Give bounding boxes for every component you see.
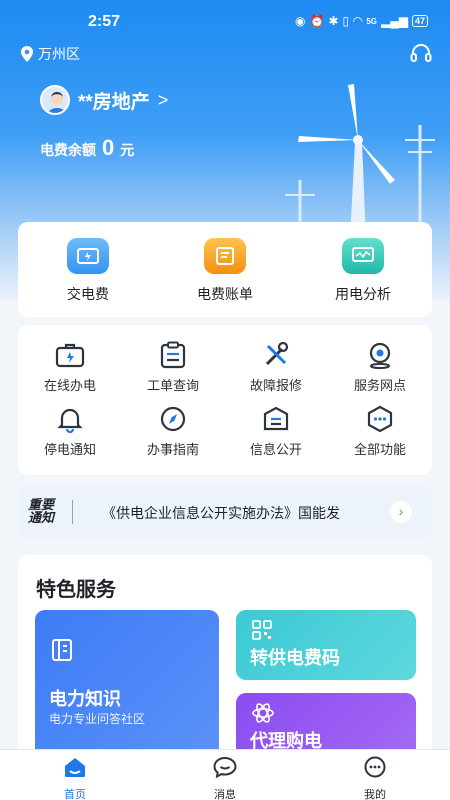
home-icon: [65, 758, 85, 777]
briefcase-icon: [20, 341, 120, 369]
grid-label: 服务网点: [353, 378, 406, 393]
tab-profile[interactable]: 我的: [335, 756, 415, 800]
tab-label: 消息: [214, 789, 236, 800]
location-selector[interactable]: 万州区: [20, 44, 80, 64]
vibrate-icon: ▯: [342, 14, 350, 28]
avatar-person-icon: [42, 87, 68, 113]
notice-tag: 重要 通知: [28, 498, 73, 525]
book-icon: [52, 639, 72, 661]
info-disclosure-button[interactable]: 信息公开: [226, 405, 326, 458]
balance-label: 电费余额: [40, 142, 96, 158]
atom-icon: [252, 703, 274, 723]
online-service-button[interactable]: 在线办电: [20, 341, 120, 394]
status-time: 2:57: [88, 13, 121, 30]
status-icons: ◉ ⏰ ✱ ▯ ◠ 5G ▂▄▆ 47: [295, 14, 428, 28]
tools-icon: [226, 341, 326, 369]
service-outlet-button[interactable]: 服务网点: [330, 341, 430, 394]
balance-section: 电费余额 0 元: [40, 135, 134, 161]
work-order-button[interactable]: 工单查询: [123, 341, 223, 394]
grid-label: 信息公开: [249, 442, 302, 457]
analysis-icon: [342, 238, 384, 274]
clipboard-icon: [123, 341, 223, 369]
account-switcher[interactable]: **房地产 >: [40, 85, 168, 115]
all-functions-button[interactable]: 全部功能: [330, 405, 430, 458]
wind-turbine-illustration: [285, 84, 435, 240]
fault-report-button[interactable]: 故障报修: [226, 341, 326, 394]
eye-icon: ◉: [295, 14, 306, 28]
quick-actions-card: 交电费 电费账单 用电分析: [18, 222, 432, 317]
bell-icon: [20, 405, 120, 433]
quick-label: 交电费: [67, 286, 109, 302]
notice-divider: [72, 500, 73, 524]
signal-icon: ▂▄▆: [381, 14, 408, 28]
location-pin-small-icon: [21, 46, 33, 62]
grid-label: 在线办电: [43, 378, 96, 393]
tab-label: 我的: [364, 789, 386, 800]
qr-code-icon: [252, 620, 272, 640]
quick-label: 电费账单: [197, 286, 253, 302]
chevron-right-icon[interactable]: ›: [390, 501, 412, 523]
compass-icon: [123, 405, 223, 433]
tile-subtitle: 电力专业问答社区: [49, 712, 146, 726]
power-knowledge-tile[interactable]: 电力知识 电力专业问答社区: [35, 610, 219, 770]
grid-label: 停电通知: [43, 442, 96, 457]
bluetooth-icon: ✱: [328, 14, 339, 28]
notice-text: 《供电企业信息公开实施办法》国能发: [102, 505, 340, 521]
usage-analysis-button[interactable]: 用电分析: [308, 238, 418, 304]
bill-icon: [204, 238, 246, 274]
grid-label: 全部功能: [353, 442, 406, 457]
featured-services-title: 特色服务: [36, 579, 116, 601]
account-name: **房地产: [78, 91, 150, 113]
chevron-right-icon: >: [157, 89, 169, 110]
alarm-icon: ⏰: [309, 14, 325, 28]
location-pin-icon: [330, 341, 430, 369]
transfer-fee-code-tile[interactable]: 转供电费码: [236, 610, 416, 680]
quick-label: 用电分析: [335, 286, 391, 302]
grid-label: 故障报修: [249, 378, 302, 393]
info-box-icon: [226, 405, 326, 433]
battery-level: 47: [414, 16, 425, 26]
balance-unit: 元: [120, 142, 135, 158]
featured-services-card: 特色服务 电力知识 电力专业问答社区 转供电费码 代理购电: [18, 555, 432, 770]
notice-tag-line2: 通知: [28, 510, 55, 525]
outage-notice-button[interactable]: 停电通知: [20, 405, 120, 458]
customer-service-button[interactable]: [410, 44, 432, 69]
tile-title: 转供电费码: [250, 648, 340, 668]
grid-label: 办事指南: [146, 442, 199, 457]
balance-amount: 0: [102, 135, 115, 160]
wallet-icon: [67, 238, 109, 274]
headset-icon: [410, 44, 432, 62]
avatar: [40, 85, 70, 115]
bill-button[interactable]: 电费账单: [170, 238, 280, 304]
grid-label: 工单查询: [146, 378, 199, 393]
more-icon: [330, 405, 430, 433]
tab-label: 首页: [64, 789, 86, 800]
tab-messages[interactable]: 消息: [185, 756, 265, 800]
status-bar: 2:57 ◉ ⏰ ✱ ▯ ◠ 5G ▂▄▆ 47: [0, 0, 450, 40]
wifi-icon: ◠: [353, 14, 363, 28]
important-notice-bar[interactable]: 重要 通知 《供电企业信息公开实施办法》国能发 ›: [18, 486, 432, 538]
profile-icon: [364, 756, 386, 778]
bottom-tab-bar: 首页 消息 我的: [0, 749, 450, 800]
network-label: 5G: [366, 16, 378, 26]
tab-home[interactable]: 首页: [35, 756, 115, 800]
service-grid-card: 在线办电 工单查询 故障报修 服务网点 停电通知 办事指南 信息公开 全部功能: [18, 325, 432, 475]
tile-title: 电力知识: [49, 689, 121, 709]
guide-button[interactable]: 办事指南: [123, 405, 223, 458]
pay-bill-button[interactable]: 交电费: [33, 238, 143, 304]
battery-icon: 47: [411, 15, 428, 27]
location-label: 万州区: [38, 46, 80, 62]
message-icon: [213, 756, 237, 779]
